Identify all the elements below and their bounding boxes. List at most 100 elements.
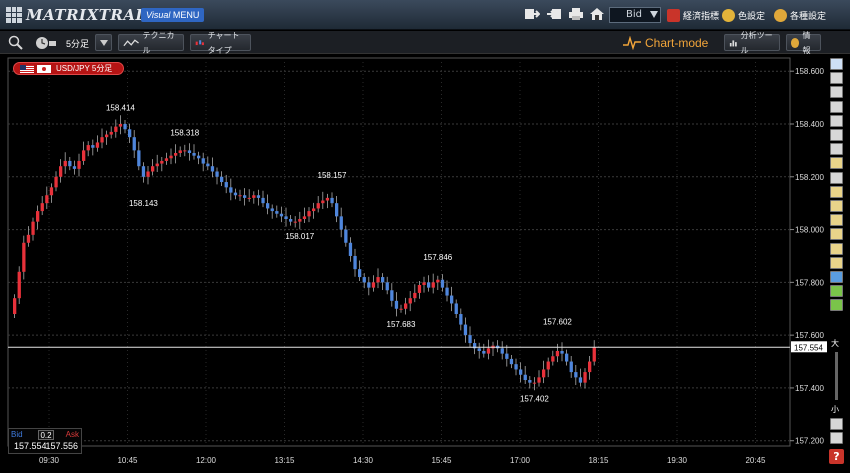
candle-body (155, 163, 159, 167)
timeframe-value[interactable]: 5分足 (66, 37, 89, 50)
drawing-tool-icon[interactable] (830, 228, 843, 241)
chart-type-label: チャートタイプ (207, 30, 240, 55)
timeframe-dropdown[interactable] (95, 34, 112, 51)
y-tick-label: 157.200 (795, 437, 824, 446)
candle-body (436, 279, 440, 283)
price-annotation: 157.402 (520, 394, 549, 403)
help-button[interactable]: ? (829, 449, 844, 464)
candle-body (477, 348, 481, 351)
drawing-tool-icon[interactable] (830, 72, 843, 85)
candle-body (17, 271, 21, 299)
candle-body (26, 234, 31, 243)
candle-body (339, 216, 343, 230)
candle-body (592, 347, 596, 362)
chart-background (0, 55, 828, 466)
import-icon[interactable] (546, 7, 562, 21)
candle-body (114, 126, 118, 132)
drawing-tool-icon[interactable] (830, 114, 843, 127)
color-settings-button[interactable]: 色設定 (722, 7, 765, 23)
candle-body (164, 158, 169, 161)
price-annotation: 157.602 (543, 318, 572, 327)
print-icon[interactable] (568, 7, 584, 21)
candle-body (408, 298, 412, 304)
home-icon[interactable] (589, 7, 605, 21)
jp-flag-icon (37, 65, 51, 73)
drawing-tool-icon[interactable] (830, 285, 843, 298)
price-annotation: 158.157 (318, 171, 347, 180)
candle-body (560, 350, 564, 354)
candle-body (169, 155, 173, 159)
drawing-tool-icon[interactable] (830, 185, 843, 198)
drawing-tool-icon[interactable] (830, 129, 843, 141)
chart-mode-label[interactable]: Chart-mode (622, 35, 708, 51)
y-tick-label: 157.400 (795, 384, 824, 393)
zoom-icon[interactable] (8, 35, 24, 50)
drawing-tool-palette: 大小 (828, 56, 846, 456)
symbol-label: USD/JPY 5分足 (56, 64, 113, 73)
candle-body (427, 282, 431, 288)
price-annotation: 158.143 (129, 199, 158, 208)
analysis-tool-button[interactable]: 分析ツール (724, 31, 780, 55)
drawing-tool-icon[interactable] (830, 143, 843, 156)
ask-label: Ask (65, 430, 79, 439)
info-button[interactable]: 情報 (786, 31, 821, 55)
candle-body (358, 269, 362, 278)
candle-body (353, 255, 357, 270)
drawing-tool-icon[interactable] (830, 58, 843, 70)
drawing-tool-icon[interactable] (830, 200, 843, 212)
drawing-tool-icon[interactable] (830, 214, 843, 227)
palette-icon (722, 8, 735, 22)
candle-body (192, 153, 196, 156)
chart-type-button[interactable]: チャートタイプ (190, 31, 251, 55)
candle-body (289, 219, 293, 222)
candle-body (174, 153, 178, 156)
candle-body (546, 361, 550, 370)
symbol-tag[interactable]: USD/JPY 5分足 (13, 62, 124, 75)
chart-toolbar: 5分足 テクニカル チャートタイプ Chart-mode 分析ツール 情報 (0, 31, 850, 55)
candle-body (86, 145, 90, 151)
candle-body (91, 145, 95, 148)
candle-body (201, 158, 205, 164)
drawing-tool-icon[interactable] (830, 100, 843, 113)
chevron-down-icon (100, 39, 108, 46)
drawing-tool-icon[interactable] (830, 271, 843, 283)
candle-body (519, 369, 523, 375)
zoom-in-label[interactable]: 大 (831, 338, 839, 349)
price-chart[interactable]: 158.600 158.400 158.200 158.000 157.800 157.6… (0, 55, 828, 466)
candlestick-icon (195, 39, 204, 45)
candle-body (367, 282, 371, 288)
export-icon[interactable] (524, 7, 540, 21)
candle-body (450, 295, 454, 304)
candle-body (252, 195, 256, 198)
candle-body (275, 211, 279, 214)
info-icon (791, 37, 800, 48)
chart-mode-text: Chart-mode (645, 36, 709, 50)
candle-body (178, 150, 182, 154)
candle-body (197, 155, 201, 159)
visual-menu-button[interactable]: Visual MENU (141, 8, 205, 22)
drawing-tool-icon[interactable] (830, 242, 843, 255)
drawing-tool-icon[interactable] (830, 299, 843, 312)
navigation-icon[interactable] (830, 432, 843, 444)
candle-body (128, 129, 132, 138)
candle-body (454, 303, 458, 315)
candle-body (523, 374, 527, 381)
zoom-slider[interactable] (835, 352, 838, 400)
drawing-tool-icon[interactable] (830, 86, 843, 99)
zoom-out-label[interactable]: 小 (831, 404, 839, 415)
drawing-tool-icon[interactable] (830, 256, 843, 269)
technical-button[interactable]: テクニカル (118, 31, 184, 55)
drawing-tool-icon[interactable] (830, 157, 843, 170)
price-type-value: Bid (626, 9, 642, 20)
candle-body (385, 282, 389, 291)
candle-body (256, 195, 261, 198)
candle-body (100, 137, 104, 143)
candle-body (132, 137, 136, 151)
economic-indicator-button[interactable]: 経済指標 (667, 7, 719, 23)
price-annotation: 157.683 (387, 320, 416, 329)
price-type-select[interactable]: Bid (609, 7, 661, 23)
settings-button[interactable]: 各種設定 (774, 7, 826, 23)
drawing-tool-icon[interactable] (830, 171, 843, 184)
candle-body (551, 356, 555, 362)
navigation-icon[interactable] (830, 418, 843, 430)
